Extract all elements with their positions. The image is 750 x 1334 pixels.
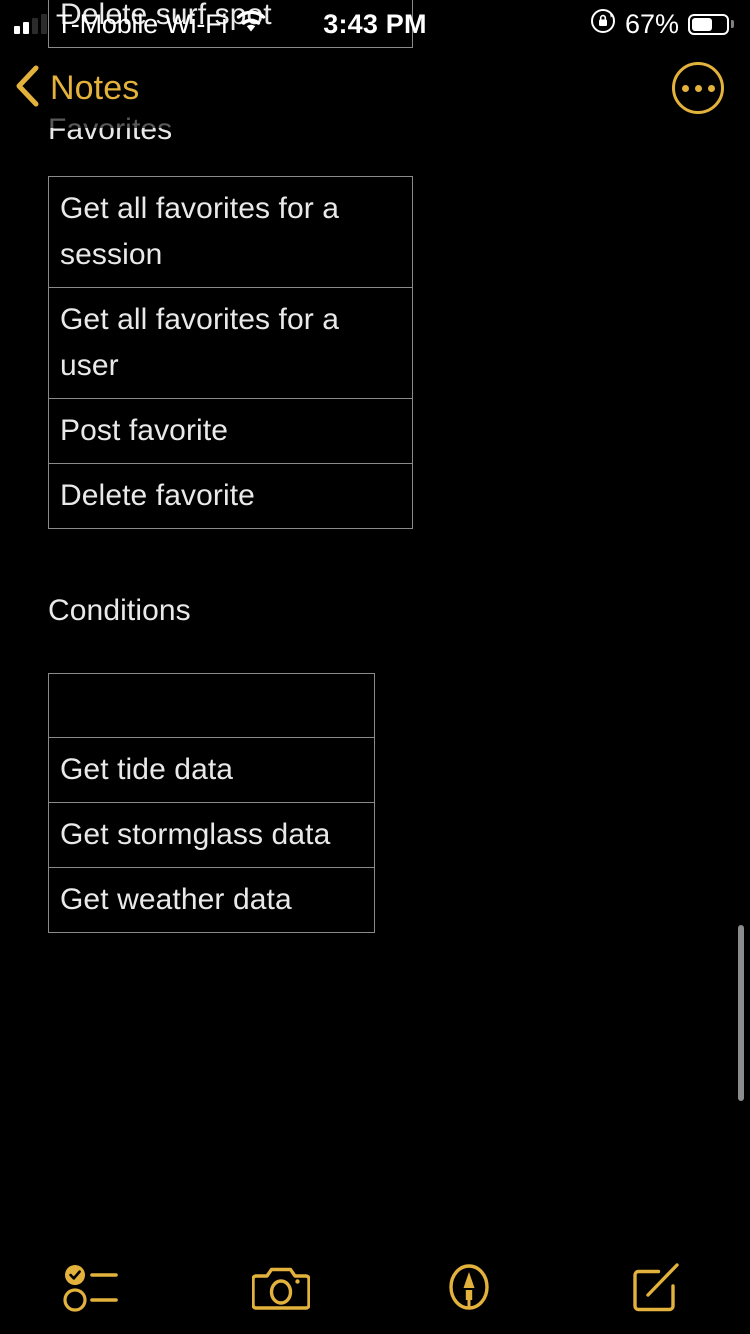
chevron-left-icon: [14, 64, 40, 113]
table-cell-delete-surf-spot[interactable]: Delete surf spot: [48, 0, 413, 48]
markup-button[interactable]: [375, 1240, 563, 1334]
back-button-label: Notes: [50, 68, 140, 107]
note-content: saved for a user Post surf spot Delete s…: [0, 0, 750, 933]
table-row[interactable]: Get weather data: [48, 867, 375, 933]
checklist-button[interactable]: [0, 1240, 188, 1334]
table-cell-get-all-favorites-user[interactable]: Get all favorites for a user: [48, 287, 413, 399]
table-cell-get-stormglass-data[interactable]: Get stormglass data: [48, 802, 375, 868]
ellipsis-dot: [707, 84, 715, 92]
surf-spot-table[interactable]: Delete surf spot: [48, 0, 413, 48]
favorites-table[interactable]: Get all favorites for a session Get all …: [48, 176, 413, 529]
table-row[interactable]: Post favorite: [48, 398, 413, 464]
table-row[interactable]: [48, 673, 375, 738]
compose-icon: [629, 1260, 683, 1314]
table-cell-post-favorite[interactable]: Post favorite: [48, 398, 413, 464]
section-heading-conditions: Conditions: [48, 594, 191, 627]
table-cell-get-tide-data[interactable]: Get tide data: [48, 737, 375, 803]
navigation-bar: Notes: [0, 48, 750, 128]
table-row[interactable]: Get tide data: [48, 737, 375, 803]
table-row[interactable]: Get all favorites for a session: [48, 176, 413, 288]
more-options-button[interactable]: [672, 62, 724, 114]
table-row[interactable]: Get all favorites for a user: [48, 287, 413, 399]
camera-button[interactable]: [188, 1240, 376, 1334]
note-toolbar: [0, 1240, 750, 1334]
table-cell-delete-favorite[interactable]: Delete favorite: [48, 463, 413, 529]
table-row[interactable]: Delete favorite: [48, 463, 413, 529]
camera-icon: [252, 1262, 311, 1312]
ellipsis-dot: [681, 84, 689, 92]
scrollbar-thumb[interactable]: [738, 925, 744, 1101]
table-cell-empty[interactable]: [48, 673, 375, 738]
table-row[interactable]: Get stormglass data: [48, 802, 375, 868]
table-cell-get-weather-data[interactable]: Get weather data: [48, 867, 375, 933]
compose-button[interactable]: [563, 1240, 750, 1334]
ellipsis-dot: [694, 84, 702, 92]
conditions-table[interactable]: Get tide data Get stormglass data Get we…: [48, 673, 375, 933]
back-button[interactable]: Notes: [0, 64, 139, 113]
note-body-scroll-area[interactable]: saved for a user Post surf spot Delete s…: [0, 0, 750, 1240]
checklist-icon: [62, 1260, 126, 1314]
markup-pen-icon: [441, 1259, 497, 1315]
table-cell-get-all-favorites-session[interactable]: Get all favorites for a session: [48, 176, 413, 288]
table-row[interactable]: Delete surf spot: [48, 0, 413, 48]
note-detail-screen: saved for a user Post surf spot Delete s…: [0, 0, 750, 1334]
